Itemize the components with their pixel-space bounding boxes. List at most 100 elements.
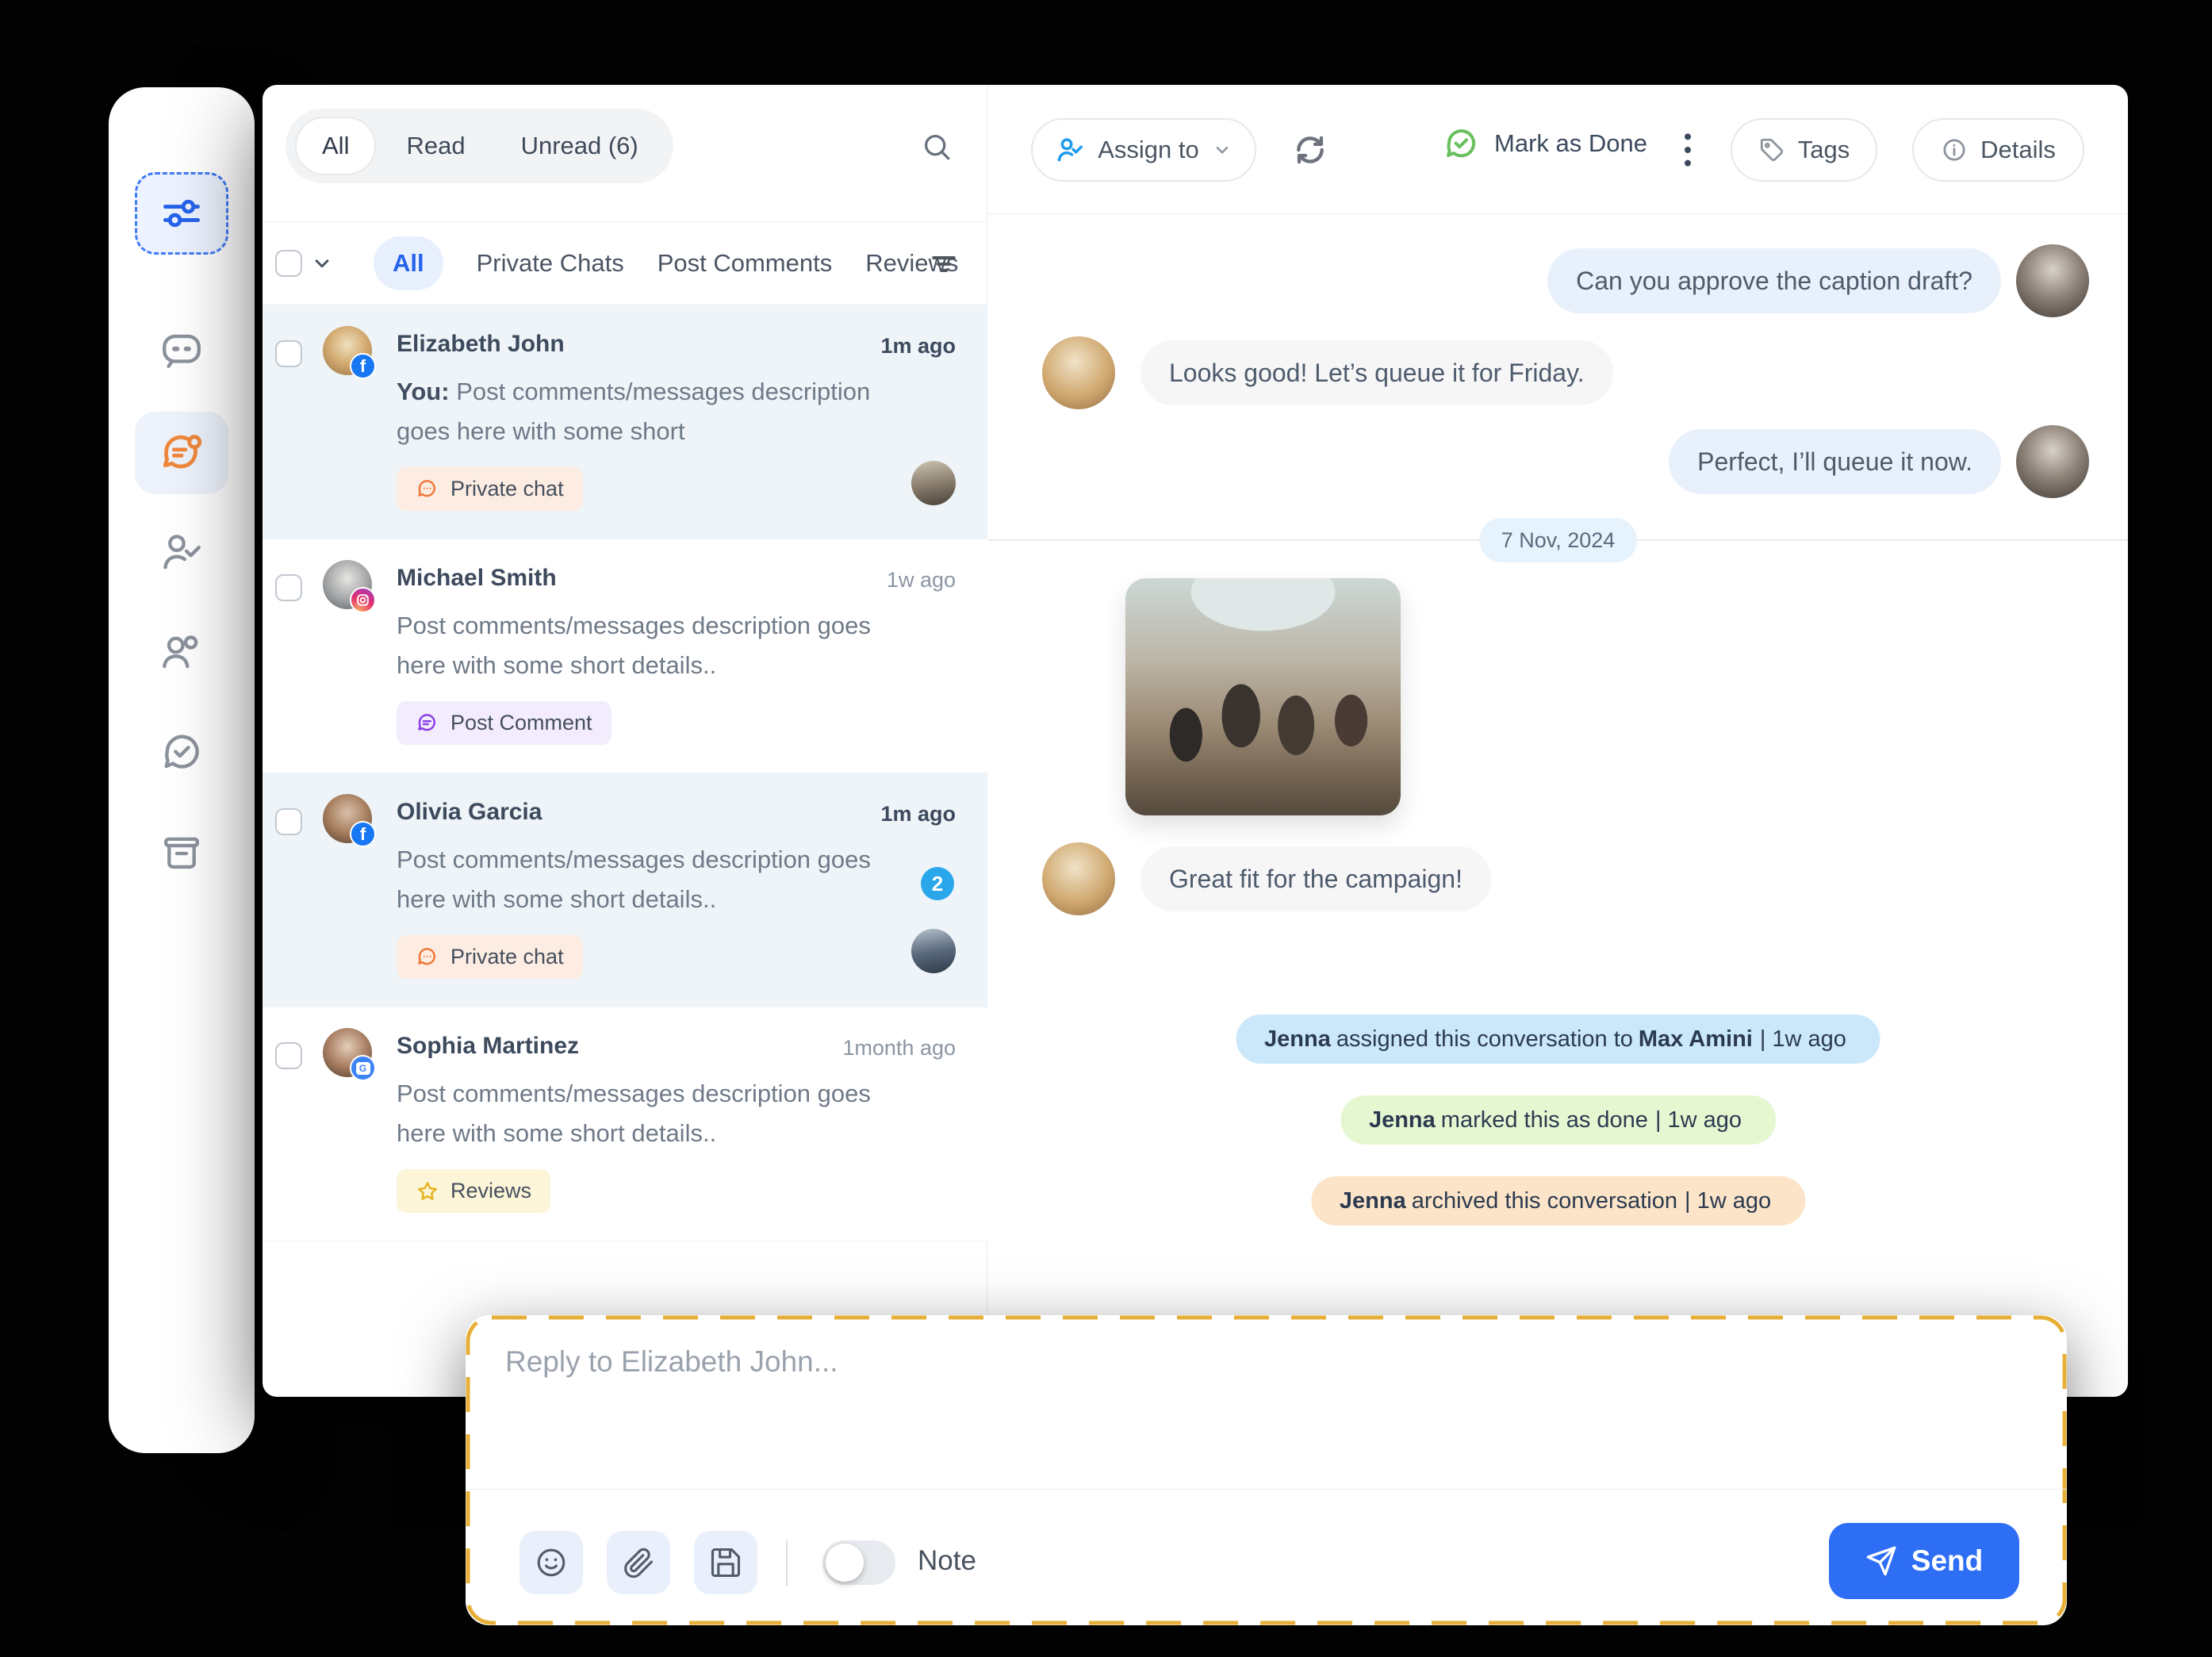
chat-checkbox[interactable] [275, 574, 302, 601]
chat-item-sophia-martinez[interactable]: G Sophia Martinez 1month ago Post commen… [263, 1007, 987, 1241]
toggle-knob [826, 1544, 864, 1582]
private-chat-icon [416, 478, 439, 501]
sidebar [109, 87, 255, 1453]
event-action: assigned this conversation to [1336, 1026, 1633, 1053]
chat-name: Michael Smith [397, 565, 557, 592]
sidebar-item-inbox-chats[interactable] [135, 412, 228, 494]
search-icon [919, 129, 954, 164]
assign-to-label: Assign to [1098, 136, 1199, 164]
chat-item-elizabeth-john[interactable]: f Elizabeth John 1m ago You: Post commen… [263, 305, 987, 539]
note-label: Note [918, 1545, 976, 1577]
event-target: Max Amini [1639, 1026, 1753, 1053]
emoji-icon [534, 1545, 569, 1580]
chat-checkbox[interactable] [275, 808, 302, 835]
chat-checkbox[interactable] [275, 340, 302, 367]
sidebar-item-done-chats[interactable] [135, 711, 228, 793]
avatar [1042, 842, 1115, 915]
tags-label: Tags [1798, 136, 1850, 164]
event-action: marked this as done [1441, 1107, 1648, 1133]
avatar [2016, 425, 2089, 498]
chevron-down-icon[interactable] [310, 251, 334, 275]
more-options-icon[interactable] [1672, 126, 1704, 174]
chat-items: f Elizabeth John 1m ago You: Post commen… [263, 305, 987, 1241]
filter-post-comments[interactable]: Post Comments [657, 249, 833, 278]
attachment-button[interactable] [607, 1531, 670, 1594]
message-bubble-incoming: Great fit for the campaign! [1141, 846, 1491, 911]
select-all-checkbox[interactable] [275, 250, 302, 277]
message-bubble-outgoing: Perfect, I’ll queue it now. [1669, 429, 2001, 494]
chat-time: 1w ago [887, 568, 956, 593]
date-divider: 7 Nov, 2024 [1479, 518, 1638, 562]
event-actor: Jenna [1369, 1107, 1436, 1133]
chat-time: 1m ago [880, 802, 956, 827]
assign-to-button[interactable]: Assign to [1031, 118, 1256, 182]
chat-time: 1month ago [842, 1036, 956, 1061]
private-chat-icon [416, 945, 439, 969]
mark-as-done-button[interactable]: Mark as Done [1442, 125, 1647, 163]
composer-vertical-divider [786, 1540, 788, 1586]
refresh-icon[interactable] [1293, 132, 1328, 167]
instagram-icon [350, 587, 376, 613]
facebook-icon: f [350, 353, 376, 379]
tag-private-chat: Private chat [397, 935, 583, 979]
event-actor: Jenna [1340, 1188, 1406, 1214]
event-action: archived this conversation [1412, 1188, 1677, 1214]
search-button[interactable] [919, 129, 957, 167]
chat-item-michael-smith[interactable]: Michael Smith 1w ago Post comments/messa… [263, 539, 987, 773]
avatar: f [323, 326, 372, 375]
event-time: | 1w ago [1685, 1188, 1771, 1214]
photo-message[interactable] [1125, 578, 1401, 815]
send-plane-icon [1865, 1545, 1897, 1577]
sidebar-item-assigned[interactable] [135, 511, 228, 593]
chats-icon [159, 430, 205, 476]
tab-unread[interactable]: Unread (6) [496, 117, 664, 175]
avatar: G [323, 1028, 372, 1077]
chat-name: Olivia Garcia [397, 799, 542, 826]
message-bubble-incoming: Looks good! Let’s queue it for Friday. [1141, 340, 1613, 405]
paperclip-icon [621, 1545, 656, 1580]
send-button[interactable]: Send [1829, 1523, 2019, 1599]
read-state-tabs: All Read Unread (6) [286, 109, 673, 183]
filter-private-chats[interactable]: Private Chats [477, 249, 624, 278]
assignee-avatar [911, 929, 956, 973]
chat-list-panel: All Read Unread (6) All Private Chats Po… [263, 85, 987, 1397]
mark-as-done-label: Mark as Done [1494, 129, 1647, 158]
filter-all[interactable]: All [374, 236, 443, 290]
tag-reviews: Reviews [397, 1169, 550, 1213]
details-button[interactable]: Details [1912, 118, 2084, 182]
filter-row: All Private Chats Post Comments Reviews [263, 221, 987, 305]
post-comment-icon [416, 712, 439, 735]
tags-button[interactable]: Tags [1731, 118, 1877, 182]
chat-name: Sophia Martinez [397, 1033, 579, 1060]
chat-preview: Post comments/messages description goes … [397, 606, 872, 685]
filter-icon[interactable] [929, 249, 959, 279]
emoji-button[interactable] [519, 1531, 583, 1594]
sidebar-item-archive[interactable] [135, 812, 228, 895]
message-bubble-outgoing: Can you approve the caption draft? [1547, 248, 2001, 313]
sidebar-item-filter-settings[interactable] [135, 172, 228, 255]
reply-input[interactable] [505, 1345, 2020, 1464]
system-event-done: Jenna marked this as done | 1w ago [1340, 1095, 1776, 1145]
chat-preview: You: Post comments/messages description … [397, 372, 872, 451]
system-event-archived: Jenna archived this conversation | 1w ag… [1311, 1176, 1805, 1225]
tag-icon [1758, 136, 1785, 163]
chatbot-icon [159, 327, 205, 373]
chat-checkbox[interactable] [275, 1042, 302, 1069]
system-event-assigned: Jenna assigned this conversation to Max … [1236, 1015, 1880, 1064]
info-icon [1941, 136, 1968, 163]
chat-item-olivia-garcia[interactable]: f Olivia Garcia 1m ago Post comments/mes… [263, 773, 987, 1007]
tab-read[interactable]: Read [381, 117, 490, 175]
sliders-icon [159, 190, 205, 236]
sidebar-item-contacts[interactable] [135, 611, 228, 693]
composer-divider [466, 1489, 2067, 1490]
chat-time: 1m ago [880, 334, 956, 359]
done-check-icon [1442, 125, 1480, 163]
note-toggle[interactable] [822, 1540, 895, 1585]
chat-preview: Post comments/messages description goes … [397, 840, 872, 919]
event-time: | 1w ago [1655, 1107, 1742, 1133]
sidebar-item-chatbot[interactable] [135, 309, 228, 391]
avatar [2016, 244, 2089, 317]
assign-person-icon [1055, 135, 1085, 165]
save-draft-button[interactable] [694, 1531, 757, 1594]
tab-all[interactable]: All [295, 117, 376, 175]
